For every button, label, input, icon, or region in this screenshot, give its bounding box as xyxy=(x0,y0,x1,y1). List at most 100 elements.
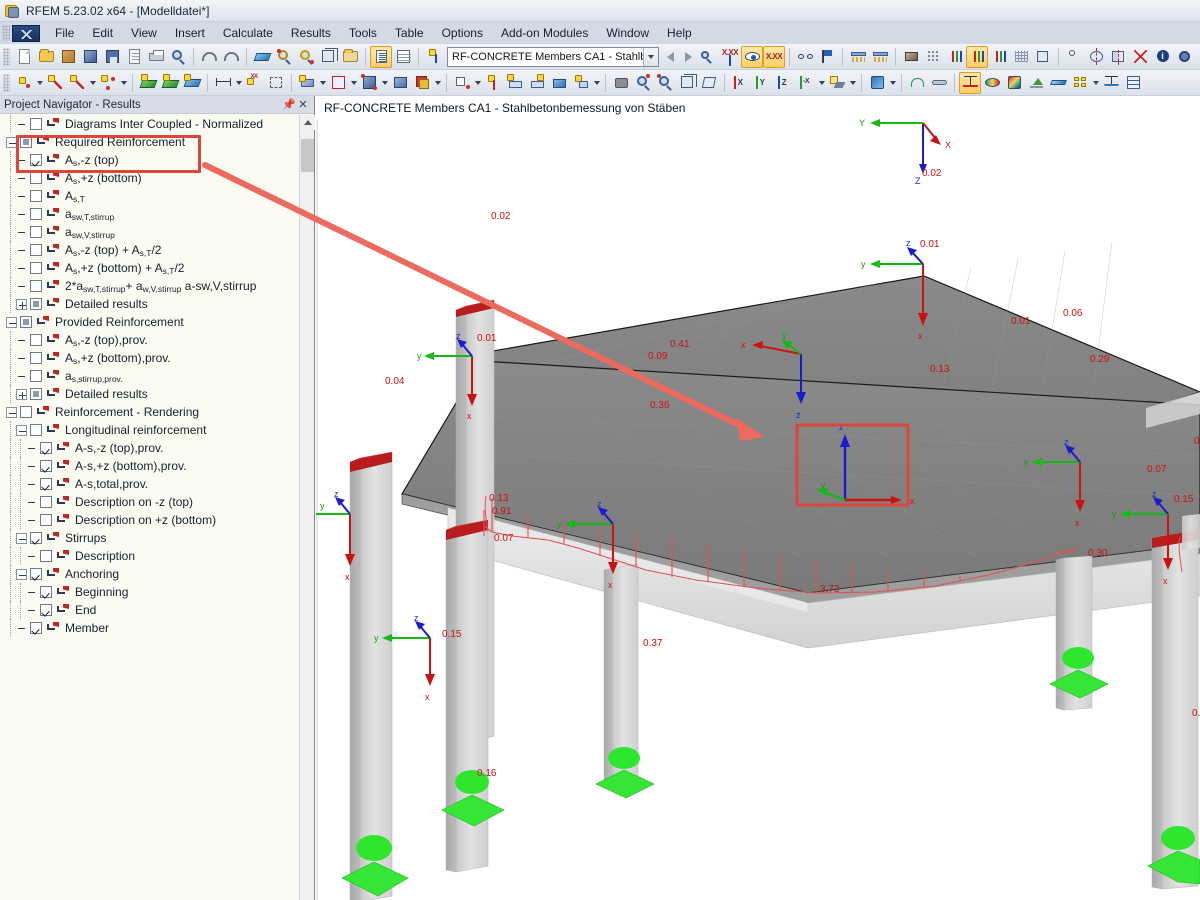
member-icon[interactable] xyxy=(296,72,318,94)
tree-item[interactable]: A-s,total,prov. xyxy=(0,475,300,493)
render-icon[interactable] xyxy=(900,46,922,68)
tree-expander-collapse[interactable] xyxy=(6,406,17,418)
axes-xyz-icon[interactable] xyxy=(944,46,966,68)
tree-item-checkbox[interactable] xyxy=(30,190,42,202)
tree-expander-collapse[interactable] xyxy=(16,568,27,580)
tree-item-checkbox[interactable] xyxy=(40,604,52,616)
menu-item-tools[interactable]: Tools xyxy=(340,24,386,42)
module-selector-combo[interactable]: RF-CONCRETE Members CA1 - Stahlbe xyxy=(447,46,659,67)
line-load-icon[interactable] xyxy=(548,72,570,94)
surface-icon[interactable] xyxy=(181,72,203,94)
tree-item[interactable]: asw,V,stirrup xyxy=(0,223,300,241)
tree-item-checkbox[interactable] xyxy=(20,316,32,328)
rotate-icon[interactable] xyxy=(1085,46,1107,68)
copy-window-icon[interactable] xyxy=(339,46,361,68)
generate-icon[interactable] xyxy=(570,72,592,94)
table-view-icon[interactable] xyxy=(392,46,414,68)
view-x-icon[interactable]: X xyxy=(729,72,751,94)
tree-item-checkbox[interactable] xyxy=(30,388,42,400)
tree-item[interactable]: 2*asw,T,stirrup+ aw,V,stirrup a-sw,V,sti… xyxy=(0,277,300,295)
menu-item-options[interactable]: Options xyxy=(433,24,492,42)
tree-item-checkbox[interactable] xyxy=(30,568,42,580)
mesh-icon[interactable] xyxy=(922,46,944,68)
chevron-down-icon[interactable] xyxy=(817,72,826,94)
node-snap-icon[interactable] xyxy=(273,46,295,68)
tree-item[interactable]: Description on +z (bottom) xyxy=(0,511,300,529)
flag-icon[interactable] xyxy=(816,46,838,68)
nodal-load-icon[interactable]: XX xyxy=(243,72,265,94)
member-load-icon[interactable] xyxy=(482,72,504,94)
chevron-down-icon[interactable] xyxy=(1091,72,1100,94)
arrow-up-icon[interactable] xyxy=(1025,72,1047,94)
results-info-icon[interactable] xyxy=(697,46,719,68)
hand-pan-icon[interactable] xyxy=(610,72,632,94)
navigator-scrollbar[interactable] xyxy=(299,115,315,900)
tree-expander-collapse[interactable] xyxy=(16,424,27,436)
close-icon[interactable]: ✕ xyxy=(296,98,310,112)
tree-expander-collapse[interactable] xyxy=(6,316,17,328)
select-plus-icon[interactable] xyxy=(317,46,339,68)
chevron-down-icon[interactable] xyxy=(35,72,44,94)
iso-surface-icon[interactable] xyxy=(981,72,1003,94)
smooth-icon[interactable] xyxy=(1047,72,1069,94)
free-load-icon[interactable] xyxy=(526,72,548,94)
tree-item[interactable]: A-s,-z (top),prov. xyxy=(0,439,300,457)
tree-item-checkbox[interactable] xyxy=(20,136,32,148)
tree-item-checkbox[interactable] xyxy=(30,226,42,238)
chevron-down-icon[interactable] xyxy=(119,72,128,94)
tree-item-checkbox[interactable] xyxy=(30,298,42,310)
menu-item-insert[interactable]: Insert xyxy=(166,24,214,42)
save-icon[interactable] xyxy=(101,46,123,68)
generate-loads-icon[interactable] xyxy=(423,46,445,68)
tree-expander-collapse[interactable] xyxy=(6,136,17,148)
deformation-icon[interactable]: X.XX xyxy=(719,46,741,68)
load-combination-icon[interactable] xyxy=(451,72,473,94)
select-rect-icon[interactable] xyxy=(265,72,287,94)
pick-icon[interactable] xyxy=(1063,46,1085,68)
tree-item[interactable]: Reinforcement - Rendering xyxy=(0,403,300,421)
previous-lc-icon[interactable] xyxy=(661,46,679,68)
support-reactions-icon[interactable] xyxy=(869,46,891,68)
tree-item[interactable]: Description on -z (top) xyxy=(0,493,300,511)
settings-icon[interactable] xyxy=(1173,46,1195,68)
box-icon[interactable] xyxy=(389,72,411,94)
toolbar-grip-handle[interactable] xyxy=(3,73,10,92)
menu-item-view[interactable]: View xyxy=(122,24,166,42)
tree-item[interactable]: Stirrups xyxy=(0,529,300,547)
tree-item[interactable]: As,+z (bottom) xyxy=(0,169,300,187)
tree-expander-collapse[interactable] xyxy=(16,532,27,544)
model-viewport[interactable]: RF-CONCRETE Members CA1 - Stahlbetonbeme… xyxy=(316,96,1200,900)
redo-icon[interactable] xyxy=(220,46,242,68)
tree-item[interactable]: Longitudinal reinforcement xyxy=(0,421,300,439)
solid-result-icon[interactable] xyxy=(1003,72,1025,94)
tree-item[interactable]: As,-z (top) + As,T/2 xyxy=(0,241,300,259)
tree-item-checkbox[interactable] xyxy=(30,118,42,130)
show-results-icon[interactable] xyxy=(741,45,763,68)
tree-item[interactable]: Beginning xyxy=(0,583,300,601)
chevron-down-icon[interactable] xyxy=(318,72,327,94)
menu-item-table[interactable]: Table xyxy=(386,24,433,42)
clipboard-icon[interactable] xyxy=(123,46,145,68)
chevron-down-icon[interactable] xyxy=(88,72,97,94)
tree-item[interactable]: as,stirrup,prov. xyxy=(0,367,300,385)
tree-item[interactable]: Detailed results xyxy=(0,385,300,403)
info-icon[interactable]: i xyxy=(1151,46,1173,68)
tree-item-checkbox[interactable] xyxy=(30,622,42,634)
tree-expander-expand[interactable] xyxy=(16,388,27,400)
opening-icon[interactable] xyxy=(327,72,349,94)
diagram-icon[interactable] xyxy=(906,72,928,94)
line-support-icon[interactable] xyxy=(159,72,181,94)
solid-icon[interactable] xyxy=(358,72,380,94)
new-document-icon[interactable] xyxy=(13,46,35,68)
print-icon[interactable] xyxy=(145,46,167,68)
tree-item[interactable]: Diagrams Inter Coupled - Normalized xyxy=(0,115,300,133)
tree-item[interactable]: As,-z (top),prov. xyxy=(0,331,300,349)
tree-item-checkbox[interactable] xyxy=(30,532,42,544)
support-forces-icon[interactable] xyxy=(847,46,869,68)
dimension-line-icon[interactable] xyxy=(66,72,88,94)
tree-item-checkbox[interactable] xyxy=(40,496,52,508)
scrollbar-thumb[interactable] xyxy=(301,139,314,172)
tree-item[interactable]: As,T xyxy=(0,187,300,205)
zoom-in-icon[interactable] xyxy=(632,72,654,94)
tree-item[interactable]: Required Reinforcement xyxy=(0,133,300,151)
